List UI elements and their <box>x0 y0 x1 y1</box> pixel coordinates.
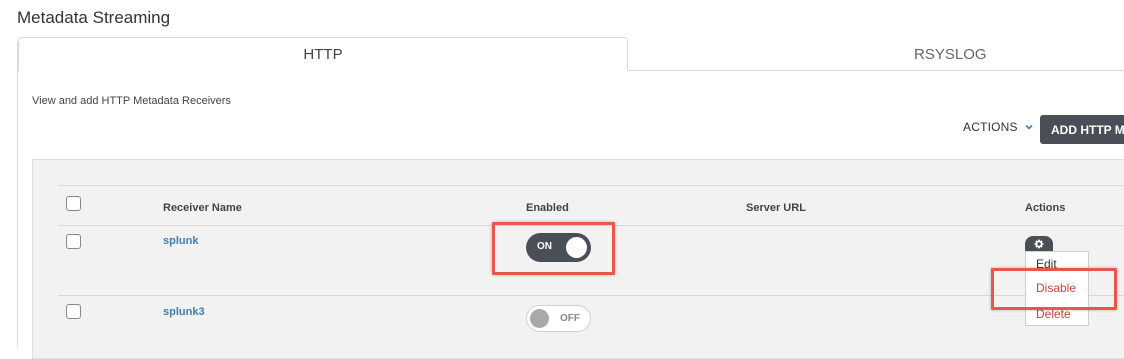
page-title: Metadata Streaming <box>17 8 171 27</box>
select-all-checkbox[interactable] <box>66 196 81 211</box>
chevron-down-icon <box>1025 124 1033 130</box>
actions-menu[interactable]: ACTIONS <box>963 120 1034 134</box>
menu-item-delete[interactable]: Delete <box>1036 307 1071 321</box>
row-checkbox[interactable] <box>66 234 81 249</box>
row-actions-gear-button[interactable] <box>1025 236 1053 252</box>
table-top-divider <box>58 185 1124 186</box>
toggle-knob <box>530 309 549 328</box>
menu-item-disable[interactable]: Disable <box>1036 281 1076 295</box>
table-header-divider <box>58 225 1124 226</box>
enabled-toggle-on[interactable]: ON <box>526 233 591 262</box>
add-receiver-button[interactable]: ADD HTTP METADATA RECEIVER <box>1040 115 1124 144</box>
receiver-name-link[interactable]: splunk3 <box>163 306 205 318</box>
receiver-name-link[interactable]: splunk <box>163 235 198 247</box>
tab-bar-divider <box>627 70 1124 71</box>
row-actions-dropdown: Edit Disable Delete <box>1025 251 1089 326</box>
tab-http[interactable]: HTTP <box>18 37 628 71</box>
table-row-divider <box>58 295 1124 296</box>
actions-menu-label: ACTIONS <box>963 120 1018 134</box>
toggle-label: OFF <box>560 313 580 324</box>
toggle-label: ON <box>537 241 552 252</box>
left-divider <box>17 42 18 347</box>
header-server-url: Server URL <box>746 202 806 214</box>
menu-item-edit[interactable]: Edit <box>1036 257 1057 271</box>
header-enabled: Enabled <box>526 202 569 214</box>
row-checkbox[interactable] <box>66 304 81 319</box>
tab-rsyslog[interactable]: RSYSLOG <box>628 37 1124 71</box>
header-receiver-name: Receiver Name <box>163 202 242 214</box>
toggle-knob <box>566 237 587 258</box>
page-description: View and add HTTP Metadata Receivers <box>32 95 231 107</box>
gear-icon <box>1034 239 1044 249</box>
enabled-toggle-off[interactable]: OFF <box>526 305 591 332</box>
header-actions: Actions <box>1025 202 1066 214</box>
